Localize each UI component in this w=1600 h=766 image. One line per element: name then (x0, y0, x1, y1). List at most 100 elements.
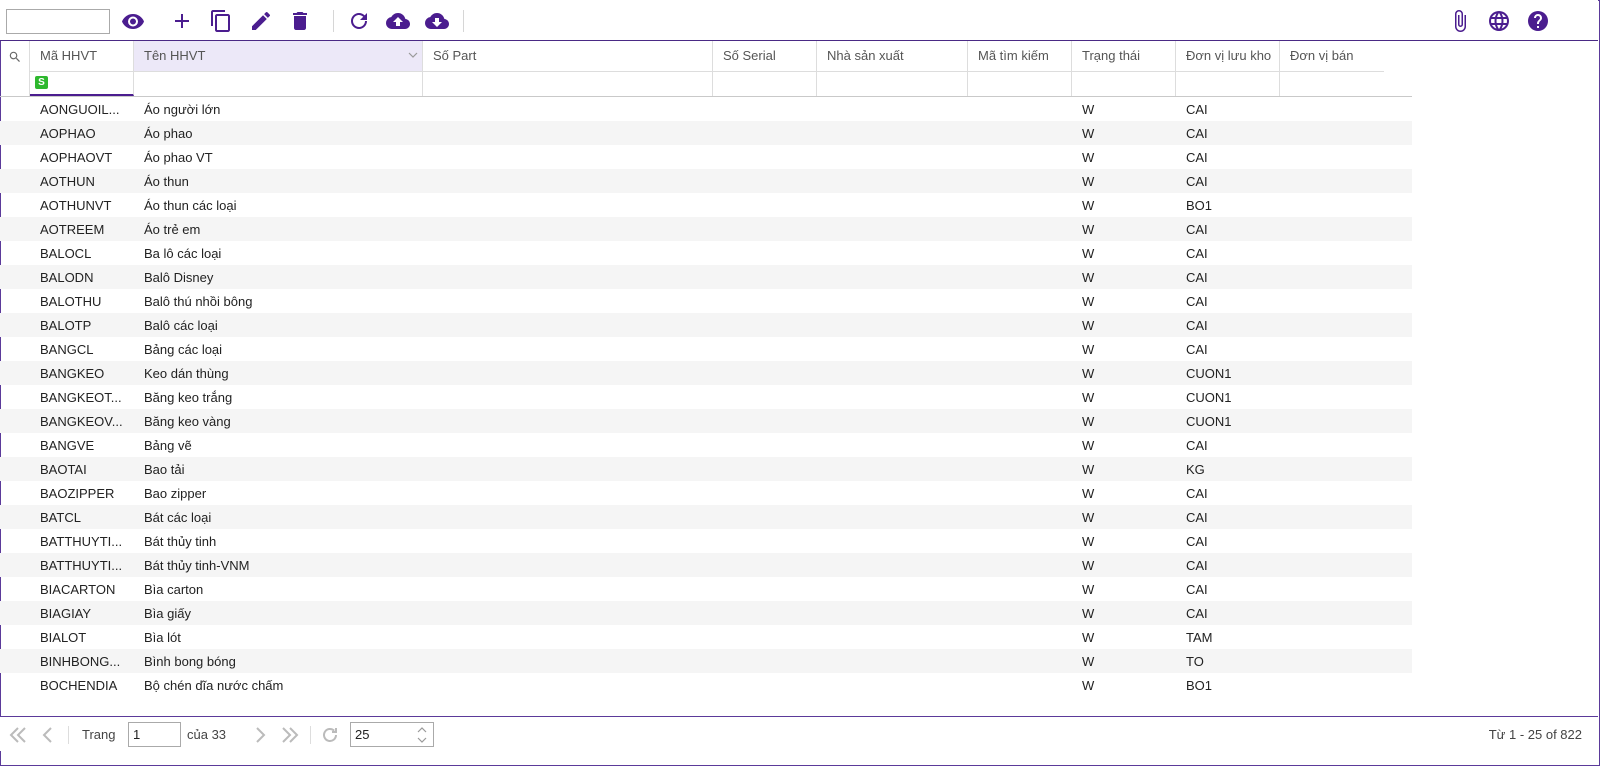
col-header-ten-hhvt[interactable]: Tên HHVT (134, 41, 423, 72)
eye-icon[interactable] (119, 7, 147, 35)
cell-ma-hhvt: BIACARTON (40, 582, 116, 597)
help-icon[interactable] (1524, 7, 1552, 35)
filter-trang-thai[interactable] (1072, 72, 1176, 96)
chevron-down-icon[interactable] (408, 50, 418, 60)
table-row[interactable]: BIAGIAY Bìa giấy W CAI (0, 601, 1412, 625)
col-header-ma-hhvt[interactable]: Mã HHVT (30, 41, 134, 72)
table-row[interactable]: AOTREEM Áo trẻ em W CAI (0, 217, 1412, 241)
cell-trang-thai: W (1082, 534, 1095, 549)
cell-trang-thai: W (1082, 342, 1095, 357)
cell-don-vi-luu-kho: CAI (1186, 606, 1208, 621)
copy-icon[interactable] (207, 7, 235, 35)
filter-row: S (0, 72, 1412, 97)
table-row[interactable]: BALOTHU Balô thú nhồi bông W CAI (0, 289, 1412, 313)
refresh-icon[interactable] (320, 725, 340, 745)
col-header-don-vi-ban[interactable]: Đơn vị bán (1280, 41, 1384, 72)
cell-ma-hhvt: BIALOT (40, 630, 87, 645)
filter-don-vi-luu-kho[interactable] (1176, 72, 1280, 96)
col-header-trang-thai[interactable]: Trạng thái (1072, 41, 1176, 72)
col-header-so-part[interactable]: Số Part (423, 41, 713, 72)
page-count-label: của 33 (187, 727, 227, 742)
table-row[interactable]: AOPHAO Áo phao W CAI (0, 121, 1412, 145)
filter-mode-badge[interactable]: S (35, 76, 48, 89)
page-size-value: 25 (355, 727, 370, 742)
table-row[interactable]: BINHBONG... Bình bong bóng W TO (0, 649, 1412, 673)
cloud-download-icon[interactable] (423, 7, 451, 35)
table-row[interactable]: BAOTAI Bao tải W KG (0, 457, 1412, 481)
table-row[interactable]: BALOTP Balô các loại W CAI (0, 313, 1412, 337)
table-row[interactable]: BATTHUYTI... Bát thủy tinh-VNM W CAI (0, 553, 1412, 577)
cell-ma-hhvt: BANGKEOT... (40, 390, 122, 405)
cell-ma-hhvt: AOTHUNVT (40, 198, 112, 213)
cell-trang-thai: W (1082, 150, 1095, 165)
col-header-so-serial[interactable]: Số Serial (713, 41, 817, 72)
trash-icon[interactable] (286, 7, 314, 35)
filter-ma-hhvt[interactable]: S (30, 72, 134, 96)
table-row[interactable]: BIALOT Bìa lót W TAM (0, 625, 1412, 649)
cell-ma-hhvt: AOPHAOVT (40, 150, 113, 165)
filter-ma-tim-kiem[interactable] (968, 72, 1072, 96)
table-row[interactable]: AOPHAOVT Áo phao VT W CAI (0, 145, 1412, 169)
filter-nha-san-xuat[interactable] (817, 72, 968, 96)
page-number-input[interactable]: 1 (128, 722, 181, 747)
toolbar (0, 0, 1598, 41)
cell-trang-thai: W (1082, 270, 1095, 285)
table-row[interactable]: BANGKEOT... Băng keo trắng W CUON1 (0, 385, 1412, 409)
cloud-upload-icon[interactable] (384, 7, 412, 35)
cell-trang-thai: W (1082, 318, 1095, 333)
col-header-nha-san-xuat[interactable]: Nhà sản xuất (817, 41, 968, 72)
filter-don-vi-ban[interactable] (1280, 72, 1384, 96)
prev-page-icon[interactable] (38, 725, 58, 745)
table-row[interactable]: BALODN Balô Disney W CAI (0, 265, 1412, 289)
toolbar-divider (463, 10, 464, 32)
cell-ten-hhvt: Bìa lót (144, 630, 181, 645)
plus-icon[interactable] (168, 7, 196, 35)
filter-so-serial[interactable] (713, 72, 817, 96)
col-header-ma-tim-kiem[interactable]: Mã tìm kiếm (968, 41, 1072, 72)
cell-ma-hhvt: BINHBONG... (40, 654, 121, 669)
cell-ten-hhvt: Keo dán thùng (144, 366, 229, 381)
table-row[interactable]: BANGCL Bảng các loại W CAI (0, 337, 1412, 361)
filter-ten-hhvt[interactable] (134, 72, 423, 96)
cell-ma-hhvt: BANGKEOV... (40, 414, 123, 429)
cell-don-vi-luu-kho: CAI (1186, 438, 1208, 453)
paperclip-icon[interactable] (1446, 7, 1474, 35)
table-row[interactable]: BANGKEOV... Băng keo vàng W CUON1 (0, 409, 1412, 433)
table-row[interactable]: BANGKEO Keo dán thùng W CUON1 (0, 361, 1412, 385)
cell-ten-hhvt: Balô các loại (144, 318, 218, 333)
table-row[interactable]: BIACARTON Bìa carton W CAI (0, 577, 1412, 601)
cell-trang-thai: W (1082, 246, 1095, 261)
filter-so-part[interactable] (423, 72, 713, 96)
cell-ma-hhvt: BALODN (40, 270, 94, 285)
table-row[interactable]: BAOZIPPER Bao zipper W CAI (0, 481, 1412, 505)
cell-trang-thai: W (1082, 606, 1095, 621)
spinner-arrows-icon[interactable] (417, 726, 427, 744)
table-row[interactable]: AONGUOIL... Áo người lớn W CAI (0, 97, 1412, 121)
cell-ten-hhvt: Bìa carton (144, 582, 204, 597)
next-page-icon[interactable] (250, 725, 270, 745)
cell-ma-hhvt: AOTHUN (40, 174, 95, 189)
cell-trang-thai: W (1082, 174, 1095, 189)
cell-ma-hhvt: BALOTP (40, 318, 92, 333)
quick-search-input[interactable] (6, 9, 110, 34)
last-page-icon[interactable] (280, 725, 300, 745)
table-row[interactable]: BOCHENDIA Bộ chén dĩa nước chấm W BO1 (0, 673, 1412, 697)
globe-icon[interactable] (1485, 7, 1513, 35)
table-row[interactable]: BANGVE Bảng vẽ W CAI (0, 433, 1412, 457)
refresh-icon[interactable] (345, 7, 373, 35)
table-row[interactable]: AOTHUNVT Áo thun các loại W BO1 (0, 193, 1412, 217)
first-page-icon[interactable] (8, 725, 28, 745)
cell-ten-hhvt: Bát thủy tinh-VNM (144, 558, 250, 573)
cell-don-vi-luu-kho: BO1 (1186, 678, 1213, 693)
table-row[interactable]: BATCL Bát các loại W CAI (0, 505, 1412, 529)
cell-don-vi-luu-kho: CAI (1186, 150, 1208, 165)
table-row[interactable]: BALOCL Ba lô các loại W CAI (0, 241, 1412, 265)
table-row[interactable]: AOTHUN Áo thun W CAI (0, 169, 1412, 193)
table-row[interactable]: BATTHUYTI... Bát thủy tinh W CAI (0, 529, 1412, 553)
col-header-don-vi-luu-kho[interactable]: Đơn vị lưu kho (1176, 41, 1280, 72)
pager-divider (310, 726, 311, 744)
page-size-stepper[interactable]: 25 (350, 722, 434, 747)
cell-trang-thai: W (1082, 102, 1095, 117)
pencil-icon[interactable] (247, 7, 275, 35)
cell-trang-thai: W (1082, 438, 1095, 453)
